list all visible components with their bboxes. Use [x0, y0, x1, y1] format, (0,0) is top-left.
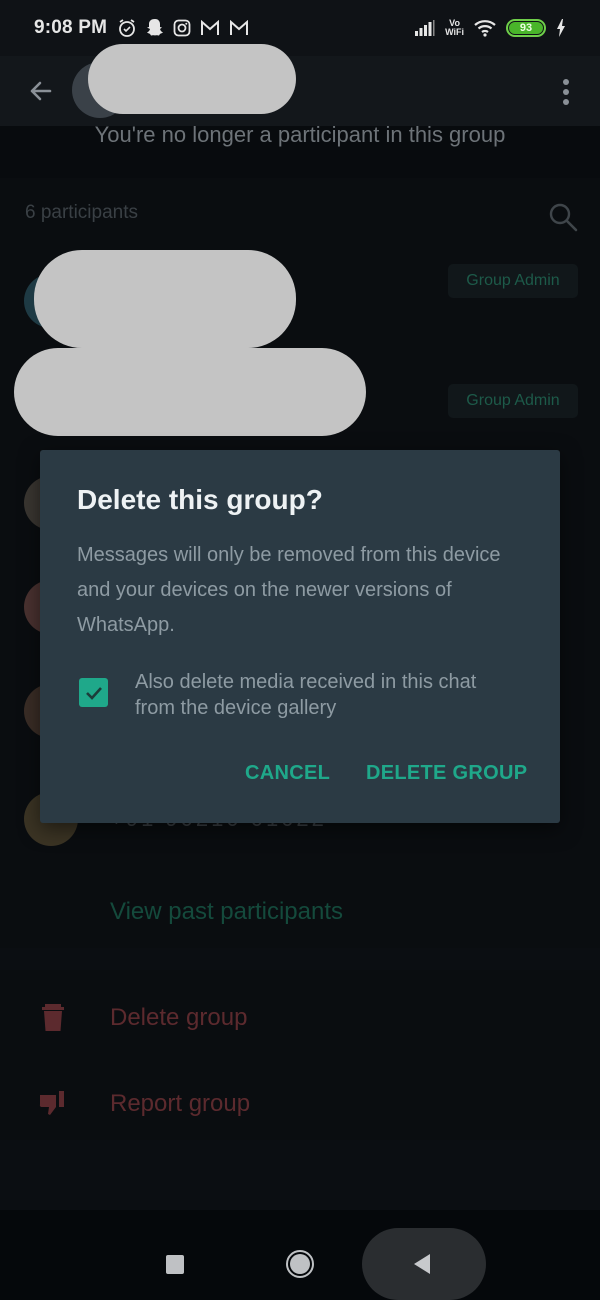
dialog-message: Messages will only be removed from this …: [77, 544, 501, 636]
back-button[interactable]: [24, 74, 58, 108]
dialog-title: Delete this group?: [77, 484, 323, 515]
not-participant-notice: You're no longer a participant in this g…: [0, 126, 600, 178]
navigation-bar: [0, 1210, 600, 1300]
delete-group-dialog: Delete this group? Messages will only be…: [40, 450, 560, 823]
delete-group-action[interactable]: Delete group: [0, 988, 600, 1048]
vowifi-indicator: Vo WiFi: [445, 19, 464, 37]
system-status-icons: Vo WiFi 93: [415, 19, 566, 37]
checkmark-icon: [85, 686, 102, 700]
battery-percent: 93: [509, 22, 543, 34]
alarm-icon: [119, 19, 136, 37]
redacted-participant-name[interactable]: [14, 348, 366, 436]
arrow-left-icon: [30, 81, 52, 101]
redacted-group-name[interactable]: [88, 44, 296, 114]
participants-count: 6 participants: [25, 202, 139, 223]
delete-media-checkbox[interactable]: [79, 678, 108, 707]
recents-icon[interactable]: [166, 1255, 184, 1274]
signal-icon: [415, 20, 435, 36]
snapchat-icon: [147, 19, 164, 36]
delete-group-button[interactable]: DELETE GROUP: [366, 762, 527, 785]
charging-icon: [557, 19, 565, 37]
delete-group-label: Delete group: [110, 1004, 248, 1031]
cancel-button[interactable]: CANCEL: [245, 762, 330, 785]
app-bar: [0, 44, 600, 126]
notification-icons: [117, 18, 249, 38]
delete-media-label[interactable]: Also delete media received in this chat …: [135, 669, 515, 721]
wifi-icon: [474, 20, 496, 37]
nav-back-button[interactable]: [362, 1228, 486, 1300]
search-icon: [549, 203, 578, 232]
redacted-participant-name[interactable]: [34, 250, 296, 348]
thumbs-down-icon: [36, 1087, 70, 1121]
search-participants-button[interactable]: [546, 200, 580, 234]
vowifi-bottom: WiFi: [445, 27, 464, 37]
instagram-icon: [173, 19, 191, 37]
gmail-icon: [201, 20, 220, 35]
status-bar: 9:08 PM Vo WiFi 93: [0, 0, 600, 56]
home-icon[interactable]: [286, 1250, 314, 1278]
group-admin-badge: Group Admin: [448, 264, 578, 298]
back-triangle-icon: [414, 1254, 430, 1274]
more-options-button[interactable]: [552, 72, 580, 112]
trash-icon: [36, 1001, 70, 1035]
report-group-action[interactable]: Report group: [0, 1074, 600, 1134]
group-actions: Delete group Report group: [0, 970, 600, 1140]
view-past-participants-link[interactable]: View past participants: [110, 898, 343, 926]
more-vert-icon: [563, 79, 569, 85]
notice-text: You're no longer a participant in this g…: [94, 126, 506, 147]
group-admin-badge: Group Admin: [448, 384, 578, 418]
status-time: 9:08 PM: [34, 17, 108, 38]
gmail-icon: [230, 20, 249, 35]
report-group-label: Report group: [110, 1090, 251, 1117]
battery-indicator: 93: [506, 19, 546, 37]
